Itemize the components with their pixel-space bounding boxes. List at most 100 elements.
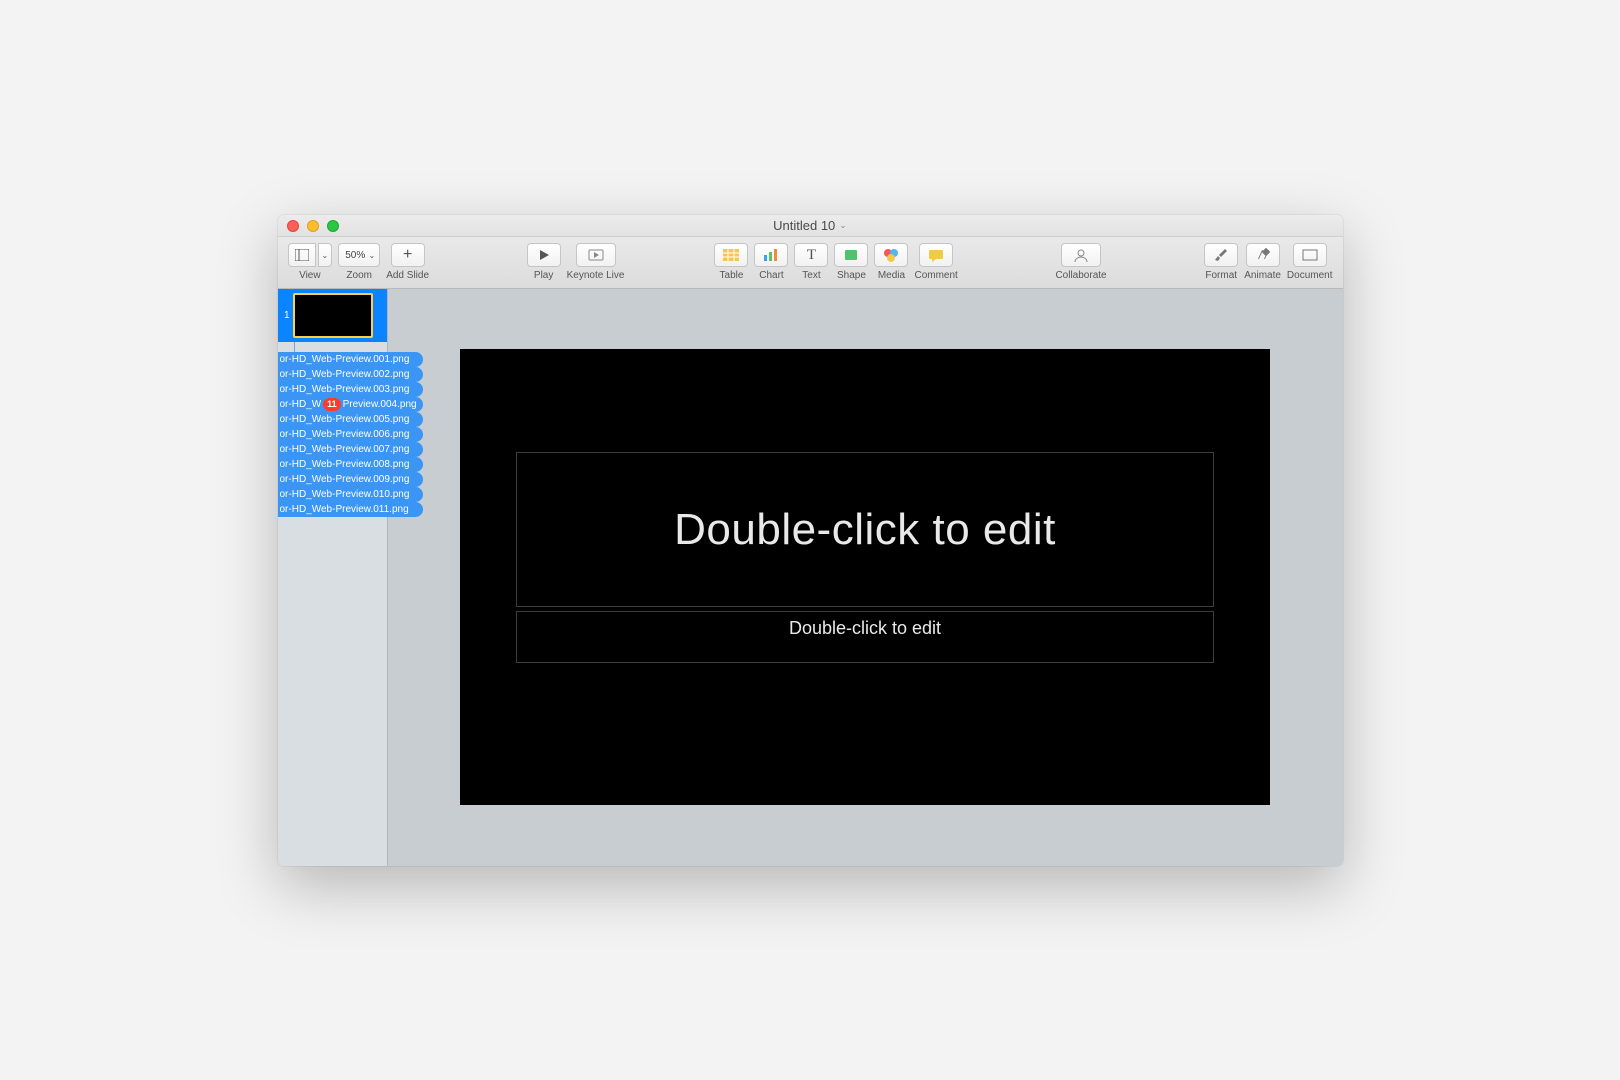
media-button[interactable]: [874, 243, 908, 267]
drag-file-label: or-HD_Web-Preview.003.png: [280, 384, 410, 395]
drag-file-label: or-HD_Web-Preview.001.png: [280, 354, 410, 365]
shape-group: Shape: [834, 243, 868, 281]
drag-file-label: or-HD_Web-Preview.010.png: [280, 489, 410, 500]
format-group: Format: [1204, 243, 1238, 281]
drag-file-label: or-HD_Web-Preview.008.png: [280, 459, 410, 470]
comment-button[interactable]: [919, 243, 953, 267]
drag-file-label: or-HD_Web-Preview.002.png: [280, 369, 410, 380]
chart-icon: [763, 249, 779, 261]
table-group: Table: [714, 243, 748, 281]
drag-file-pill[interactable]: or-HD_Web-Preview.011.png: [278, 502, 423, 517]
view-button[interactable]: [288, 243, 316, 267]
zoom-window-button[interactable]: [327, 220, 339, 232]
table-button[interactable]: [714, 243, 748, 267]
view-label: View: [299, 270, 321, 281]
shape-label: Shape: [837, 270, 866, 281]
keynote-live-label: Keynote Live: [567, 270, 625, 281]
close-window-button[interactable]: [287, 220, 299, 232]
slide-number: 1: [278, 310, 290, 321]
slide[interactable]: Double-click to edit Double-click to edi…: [460, 349, 1270, 805]
media-group: Media: [874, 243, 908, 281]
slide-thumbnail-selected[interactable]: 1: [278, 289, 387, 342]
format-button[interactable]: [1204, 243, 1238, 267]
title-placeholder[interactable]: Double-click to edit: [516, 452, 1214, 607]
keynote-live-group: Keynote Live: [567, 243, 625, 281]
title-placeholder-text: Double-click to edit: [674, 505, 1056, 555]
play-group: Play: [527, 243, 561, 281]
drag-file-pill[interactable]: or-HD_Web-Preview.008.png: [278, 457, 423, 472]
play-label: Play: [534, 270, 553, 281]
chart-group: Chart: [754, 243, 788, 281]
add-slide-label: Add Slide: [386, 270, 429, 281]
text-button[interactable]: T: [794, 243, 828, 267]
document-label: Document: [1287, 270, 1333, 281]
body-placeholder-text: Double-click to edit: [789, 618, 941, 639]
text-label: Text: [802, 270, 820, 281]
drag-preview-stack: or-HD_Web-Preview.001.pngor-HD_Web-Previ…: [278, 352, 387, 517]
table-icon: [723, 249, 739, 261]
titlebar[interactable]: Untitled 10 ⌄: [278, 215, 1343, 237]
comment-icon: [928, 249, 944, 262]
media-icon: [883, 248, 899, 262]
chart-button[interactable]: [754, 243, 788, 267]
collaborate-button[interactable]: [1061, 243, 1101, 267]
document-icon: [1302, 249, 1318, 261]
view-dropdown-button[interactable]: ⌄: [318, 243, 333, 267]
slide-navigator[interactable]: 1 or-HD_Web-Preview.001.pngor-HD_Web-Pre…: [278, 289, 388, 866]
broadcast-icon: [586, 249, 606, 261]
drag-file-pill[interactable]: or-HD_W11Preview.004.png: [278, 397, 423, 412]
drag-connector: [294, 342, 387, 352]
plus-icon: +: [403, 246, 412, 264]
animate-icon: [1255, 248, 1271, 262]
format-label: Format: [1205, 270, 1237, 281]
chart-label: Chart: [759, 270, 783, 281]
shape-button[interactable]: [834, 243, 868, 267]
drag-file-pill[interactable]: or-HD_Web-Preview.010.png: [278, 487, 423, 502]
view-group: ⌄ View: [288, 243, 333, 281]
content-area: 1 or-HD_Web-Preview.001.pngor-HD_Web-Pre…: [278, 289, 1343, 866]
slide-canvas-area[interactable]: Double-click to edit Double-click to edi…: [388, 289, 1343, 866]
body-placeholder[interactable]: Double-click to edit: [516, 611, 1214, 663]
chevron-down-icon: ⌄: [369, 251, 376, 260]
drag-file-pill[interactable]: or-HD_Web-Preview.003.png: [278, 382, 423, 397]
drag-count-badge: 11: [323, 398, 341, 411]
animate-button[interactable]: [1246, 243, 1280, 267]
drag-file-pill[interactable]: or-HD_Web-Preview.007.png: [278, 442, 423, 457]
drag-file-pill[interactable]: or-HD_Web-Preview.006.png: [278, 427, 423, 442]
document-group: Document: [1287, 243, 1333, 281]
table-label: Table: [720, 270, 744, 281]
window-title[interactable]: Untitled 10 ⌄: [278, 218, 1343, 233]
document-button[interactable]: [1293, 243, 1327, 267]
zoom-button[interactable]: 50% ⌄: [338, 243, 380, 267]
slide-thumbnail[interactable]: [293, 293, 373, 338]
drag-file-pill[interactable]: or-HD_Web-Preview.005.png: [278, 412, 423, 427]
drag-file-label: or-HD_Web-Preview.007.png: [280, 444, 410, 455]
traffic-lights: [287, 220, 339, 232]
toolbar: ⌄ View 50% ⌄ Zoom + Add Slide Play: [278, 237, 1343, 289]
drag-file-pill[interactable]: or-HD_Web-Preview.002.png: [278, 367, 423, 382]
animate-group: Animate: [1244, 243, 1281, 281]
drag-file-label: or-HD_Web-Preview.011.png: [280, 504, 409, 515]
zoom-group: 50% ⌄ Zoom: [338, 243, 380, 281]
app-window: Untitled 10 ⌄ ⌄ View 50% ⌄ Zoom: [278, 215, 1343, 866]
text-icon: T: [807, 247, 816, 264]
document-title: Untitled 10: [773, 218, 835, 233]
paintbrush-icon: [1214, 248, 1228, 262]
text-group: T Text: [794, 243, 828, 281]
drag-file-pill[interactable]: or-HD_Web-Preview.001.png: [278, 352, 423, 367]
play-icon: [538, 249, 550, 261]
collaborate-label: Collaborate: [1055, 270, 1106, 281]
drag-file-pill[interactable]: or-HD_Web-Preview.009.png: [278, 472, 423, 487]
drag-file-label: or-HD_Web-Preview.009.png: [280, 474, 410, 485]
title-chevron-icon: ⌄: [839, 220, 847, 231]
animate-label: Animate: [1244, 270, 1281, 281]
add-slide-button[interactable]: +: [391, 243, 425, 267]
comment-label: Comment: [914, 270, 957, 281]
view-icon: [295, 249, 309, 261]
drag-file-label: or-HD_Web-Preview.006.png: [280, 429, 410, 440]
minimize-window-button[interactable]: [307, 220, 319, 232]
collaborate-group: Collaborate: [1055, 243, 1106, 281]
keynote-live-button[interactable]: [576, 243, 616, 267]
drag-file-label: or-HD_Web-Preview.005.png: [280, 414, 410, 425]
play-button[interactable]: [527, 243, 561, 267]
